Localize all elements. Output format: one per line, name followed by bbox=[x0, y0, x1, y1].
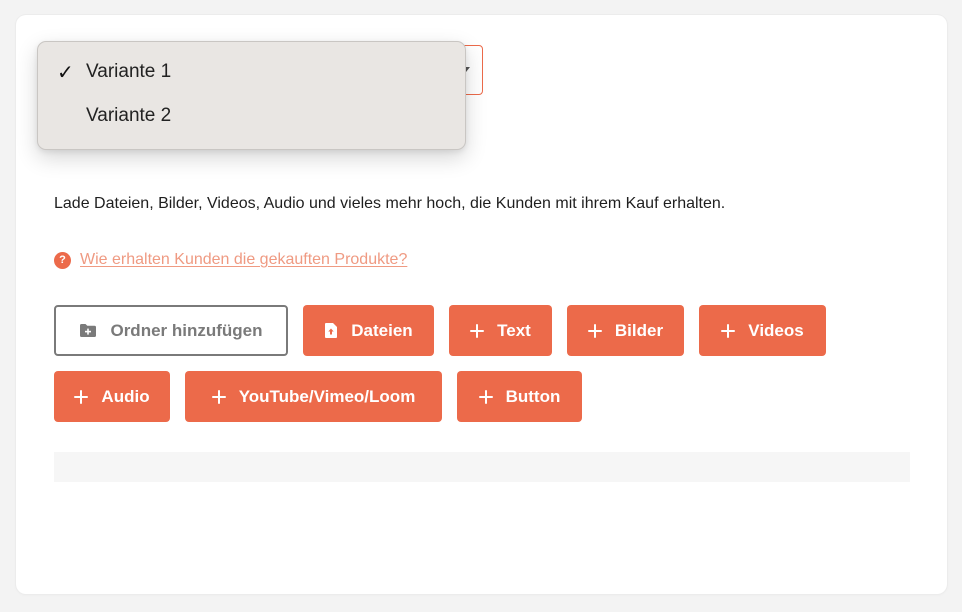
help-link[interactable]: Wie erhalten Kunden die gekauften Produk… bbox=[80, 251, 407, 269]
variant-option-label: Variante 1 bbox=[86, 61, 172, 82]
variant-option-2[interactable]: Variante 2 bbox=[38, 98, 465, 134]
add-folder-button[interactable]: Ordner hinzufügen bbox=[54, 305, 288, 356]
variant-option-1[interactable]: ✓ Variante 1 bbox=[38, 54, 465, 90]
plus-icon bbox=[478, 389, 493, 404]
variant-option-label: Variante 2 bbox=[86, 105, 172, 126]
add-audio-label: Audio bbox=[101, 386, 150, 406]
add-videos-label: Videos bbox=[748, 320, 804, 340]
file-upload-icon bbox=[324, 322, 338, 339]
add-files-label: Dateien bbox=[351, 320, 413, 340]
add-audio-button[interactable]: Audio bbox=[54, 371, 170, 422]
add-images-label: Bilder bbox=[614, 320, 664, 340]
add-button-label: Button bbox=[505, 386, 561, 406]
add-embed-label: YouTube/Vimeo/Loom bbox=[238, 386, 416, 406]
folder-plus-icon bbox=[79, 323, 97, 338]
plus-icon bbox=[470, 323, 485, 338]
add-button-button[interactable]: Button bbox=[457, 371, 582, 422]
content-list-placeholder bbox=[54, 452, 910, 482]
section-description: Lade Dateien, Bilder, Videos, Audio und … bbox=[54, 195, 726, 212]
plus-icon bbox=[211, 389, 226, 404]
add-videos-button[interactable]: Videos bbox=[699, 305, 826, 356]
plus-icon bbox=[587, 323, 602, 338]
add-text-label: Text bbox=[497, 320, 531, 340]
plus-icon bbox=[721, 323, 736, 338]
plus-icon bbox=[74, 389, 89, 404]
add-folder-label: Ordner hinzufügen bbox=[110, 320, 263, 340]
variant-dropdown-menu: ✓ Variante 1 Variante 2 bbox=[37, 41, 466, 150]
add-images-button[interactable]: Bilder bbox=[567, 305, 684, 356]
add-text-button[interactable]: Text bbox=[449, 305, 552, 356]
help-row: ? Wie erhalten Kunden die gekauften Prod… bbox=[54, 251, 407, 269]
checkmark-icon: ✓ bbox=[57, 61, 74, 84]
add-files-button[interactable]: Dateien bbox=[303, 305, 434, 356]
add-embed-button[interactable]: YouTube/Vimeo/Loom bbox=[185, 371, 442, 422]
question-circle-icon: ? bbox=[54, 251, 71, 269]
